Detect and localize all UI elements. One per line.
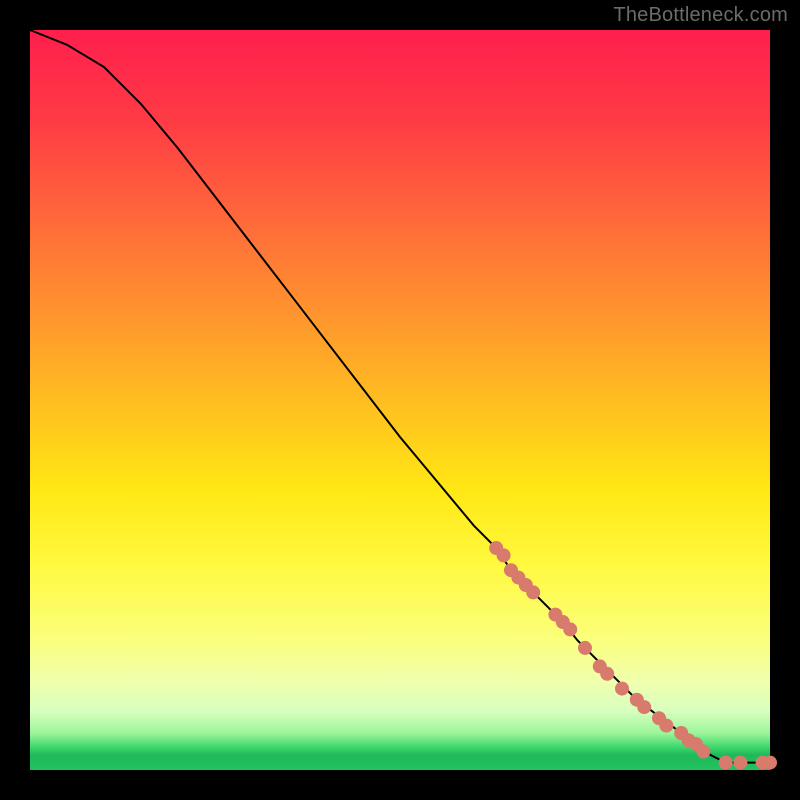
data-marker <box>563 622 577 636</box>
data-marker <box>637 700 651 714</box>
data-marker <box>659 719 673 733</box>
data-marker <box>578 641 592 655</box>
curve-line <box>30 30 770 763</box>
data-marker <box>696 745 710 759</box>
data-marker <box>600 667 614 681</box>
data-marker <box>733 756 747 770</box>
data-marker <box>719 756 733 770</box>
chart-frame: TheBottleneck.com <box>0 0 800 800</box>
data-marker <box>615 682 629 696</box>
data-marker <box>497 548 511 562</box>
chart-svg <box>30 30 770 770</box>
data-marker <box>526 585 540 599</box>
data-marker <box>763 756 777 770</box>
marker-group <box>489 541 777 770</box>
watermark-text: TheBottleneck.com <box>613 4 788 27</box>
plot-area <box>30 30 770 770</box>
